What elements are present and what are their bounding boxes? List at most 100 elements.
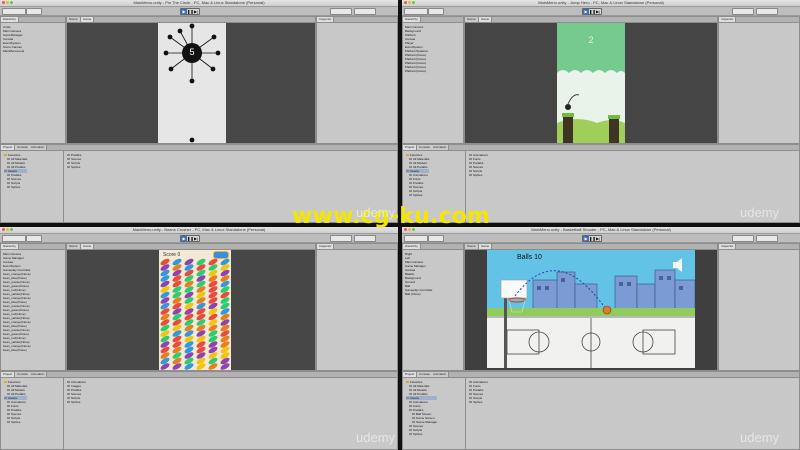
hand-tool-button[interactable]: [2, 235, 26, 242]
tab-scene[interactable]: Scene: [67, 244, 81, 249]
tab-scene[interactable]: Scene: [465, 17, 479, 22]
tab-scene[interactable]: Scene: [465, 244, 479, 249]
game-screen: 2: [557, 23, 625, 143]
tree-divider[interactable]: [63, 151, 64, 223]
layout-dropdown[interactable]: [756, 235, 778, 242]
tree-divider[interactable]: [63, 378, 64, 450]
search-icon: [7, 162, 10, 165]
folder-icon: [409, 405, 412, 408]
list-item[interactable]: Ball (Clone): [405, 292, 461, 296]
tab-project[interactable]: Project: [1, 145, 16, 150]
step-icon[interactable]: ▶|: [193, 9, 199, 14]
search-icon: [7, 158, 10, 161]
folder-icon: [409, 178, 412, 181]
tab-scene[interactable]: Scene: [67, 17, 81, 22]
tree-item[interactable]: Sprites: [4, 185, 27, 189]
tab-inspector[interactable]: Inspector: [317, 17, 335, 22]
tree-item[interactable]: Sprites: [4, 420, 27, 424]
tab-animation[interactable]: Animation: [431, 145, 450, 150]
tab-inspector[interactable]: Inspector: [719, 17, 737, 22]
tab-game[interactable]: Game: [81, 17, 95, 22]
folder-icon: [469, 162, 472, 165]
folder-icon: [469, 393, 472, 396]
folder-icon: [412, 417, 415, 420]
tab-inspector[interactable]: Inspector: [317, 244, 335, 249]
asset-item[interactable]: Sprites: [67, 400, 86, 404]
unity-toolbar: ▶ ❚❚ ▶|: [402, 7, 800, 16]
step-icon[interactable]: ▶|: [595, 9, 601, 14]
folder-icon: [7, 186, 10, 189]
tab-project[interactable]: Project: [1, 372, 16, 377]
hand-tool-button[interactable]: [404, 235, 428, 242]
tab-hierarchy[interactable]: Hierarchy: [1, 17, 19, 22]
game-viewport[interactable]: 5: [67, 23, 315, 143]
udemy-logo: udemy: [740, 205, 780, 220]
pivot-button[interactable]: [26, 235, 42, 242]
folder-icon: [412, 413, 415, 416]
assets-list: Prefabs Scenes Scripts Sprites: [67, 153, 81, 169]
layout-dropdown[interactable]: [756, 8, 778, 15]
layers-dropdown[interactable]: [732, 8, 754, 15]
tab-animation[interactable]: Animation: [29, 145, 48, 150]
game-viewport[interactable]: Balls 10: [465, 250, 717, 370]
tab-project[interactable]: Project: [403, 372, 418, 377]
tab-game[interactable]: Game: [81, 244, 95, 249]
pivot-button[interactable]: [428, 235, 444, 242]
asset-item[interactable]: Sprites: [469, 173, 488, 177]
game-viewport[interactable]: 2: [465, 23, 717, 143]
game-panel: Scene Game 2: [464, 16, 718, 144]
asset-item[interactable]: Sprites: [469, 400, 488, 404]
tab-game[interactable]: Game: [479, 244, 493, 249]
list-item[interactable]: MainMenuLevel: [3, 49, 63, 53]
unity-window-beans-crusher: MainMenu.unity - Beans Crusher - PC, Mac…: [0, 227, 398, 450]
project-tree: Favorites All Materials All Models All P…: [4, 153, 28, 189]
game-viewport[interactable]: Score 0: [67, 250, 315, 370]
folder-icon: [409, 433, 412, 436]
folder-icon: [7, 413, 10, 416]
pivot-button[interactable]: [26, 8, 42, 15]
layout-dropdown[interactable]: [354, 235, 376, 242]
tab-hierarchy[interactable]: Hierarchy: [403, 17, 421, 22]
hand-tool-button[interactable]: [404, 8, 428, 15]
tree-item[interactable]: Sprites: [406, 432, 437, 436]
window-controls[interactable]: [404, 1, 415, 4]
layers-dropdown[interactable]: [732, 235, 754, 242]
list-item[interactable]: bean_blue(Clone): [3, 348, 63, 352]
step-icon[interactable]: ▶|: [595, 236, 601, 241]
score-text: 2: [588, 35, 594, 45]
hand-tool-button[interactable]: [2, 8, 26, 15]
play-controls[interactable]: ▶ ❚❚ ▶|: [582, 235, 602, 242]
folder-icon: [406, 397, 409, 400]
asset-item[interactable]: Sprites: [67, 165, 81, 169]
window-title-text: MainMenu.unity - Jump Hero - PC, Mac & L…: [538, 0, 664, 5]
udemy-logo: udemy: [356, 205, 396, 220]
tab-game[interactable]: Game: [479, 17, 493, 22]
search-icon: [409, 166, 412, 169]
folder-icon: [469, 166, 472, 169]
tab-animation[interactable]: Animation: [29, 372, 48, 377]
step-icon[interactable]: ▶|: [193, 236, 199, 241]
tab-animation[interactable]: Animation: [431, 372, 450, 377]
udemy-logo: udemy: [740, 430, 780, 445]
window-controls[interactable]: [2, 228, 13, 231]
layers-dropdown[interactable]: [330, 8, 352, 15]
window-controls[interactable]: [2, 1, 13, 4]
folder-icon: [7, 182, 10, 185]
layers-dropdown[interactable]: [330, 235, 352, 242]
folder-icon: [67, 389, 70, 392]
tab-hierarchy[interactable]: Hierarchy: [1, 244, 19, 249]
tab-project[interactable]: Project: [403, 145, 418, 150]
play-controls[interactable]: ▶ ❚❚ ▶|: [582, 8, 602, 15]
tree-item[interactable]: Sprites: [406, 193, 429, 197]
unity-toolbar: ▶ ❚❚ ▶|: [0, 234, 398, 243]
list-item[interactable]: Platform(Clone): [405, 69, 461, 73]
window-title-text: MainMenu.unity - Pin The Circle - PC, Ma…: [133, 0, 265, 5]
tab-inspector[interactable]: Inspector: [719, 244, 737, 249]
tree-divider[interactable]: [465, 378, 466, 450]
tab-hierarchy[interactable]: Hierarchy: [403, 244, 421, 249]
pivot-button[interactable]: [428, 8, 444, 15]
play-controls[interactable]: ▶ ❚❚ ▶|: [180, 235, 200, 242]
play-controls[interactable]: ▶ ❚❚ ▶|: [180, 8, 200, 15]
layout-dropdown[interactable]: [354, 8, 376, 15]
unity-window-basketball-shooter: MainMenu.unity - Basketball Shooter - PC…: [402, 227, 800, 450]
